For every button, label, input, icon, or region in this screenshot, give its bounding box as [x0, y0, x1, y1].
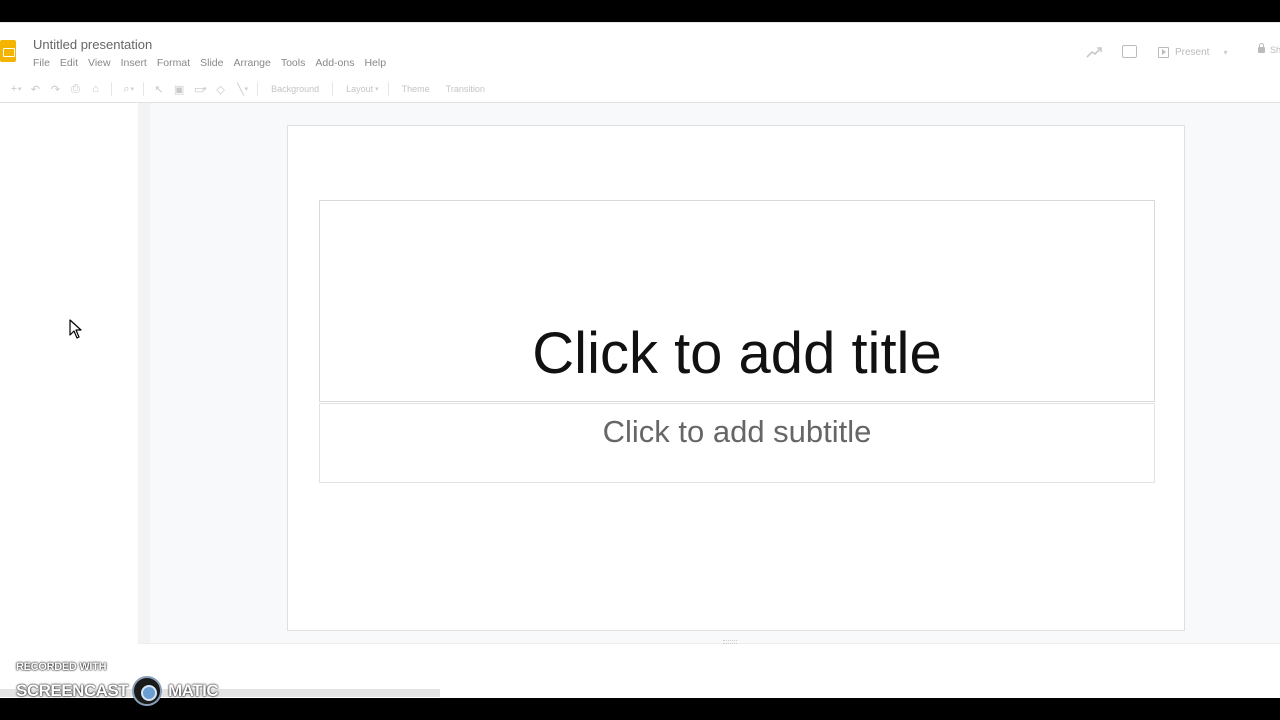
menu-slide[interactable]: Slide: [200, 57, 223, 69]
chevron-down-icon[interactable]: ▾: [18, 85, 22, 93]
present-icon: [1158, 46, 1169, 58]
watermark-brand-right: MATIC: [168, 681, 219, 700]
select-cursor-icon[interactable]: ↖: [149, 79, 169, 99]
shape-icon[interactable]: ◇: [211, 79, 231, 99]
present-label: Present: [1175, 46, 1210, 58]
menu-help[interactable]: Help: [364, 57, 386, 69]
slides-app: Untitled presentation File Edit View Ins…: [0, 22, 1280, 698]
menu-insert[interactable]: Insert: [121, 57, 147, 69]
slide-filmstrip[interactable]: [0, 103, 138, 663]
filmstrip-divider[interactable]: [138, 103, 150, 663]
header: Untitled presentation File Edit View Ins…: [0, 22, 1280, 80]
lock-icon: [1258, 43, 1265, 53]
menu-bar: File Edit View Insert Format Slide Arran…: [33, 57, 396, 69]
redo-icon[interactable]: ↷: [46, 79, 66, 99]
activity-trend-icon[interactable]: [1086, 45, 1102, 59]
slide-canvas[interactable]: Click to add title Click to add subtitle: [150, 103, 1280, 663]
watermark-recorded-with: RECORDED WITH: [16, 661, 107, 673]
slides-logo-icon[interactable]: [0, 40, 16, 62]
slide[interactable]: Click to add title Click to add subtitle: [287, 125, 1185, 631]
notes-resize-handle[interactable]: [723, 640, 737, 644]
text-box-icon[interactable]: ▣: [169, 79, 189, 99]
print-icon[interactable]: ⎙: [66, 79, 86, 99]
present-button[interactable]: Present ▾: [1158, 43, 1227, 61]
transition-button[interactable]: Transition: [446, 84, 485, 94]
toolbar-divider: [257, 82, 259, 96]
document-title[interactable]: Untitled presentation: [33, 37, 152, 52]
comment-icon[interactable]: [1122, 45, 1137, 58]
toolbar-divider: [387, 82, 389, 96]
menu-arrange[interactable]: Arrange: [233, 57, 270, 69]
screencast-watermark: RECORDED WITH SCREENCAST MATIC: [16, 661, 219, 706]
menu-view[interactable]: View: [88, 57, 111, 69]
recording-frame-top: [0, 0, 1280, 22]
chevron-down-icon[interactable]: ▾: [131, 85, 135, 93]
share-button[interactable]: Sh: [1270, 45, 1280, 55]
mouse-pointer-icon: [69, 319, 82, 339]
watermark-brand: SCREENCAST MATIC: [16, 676, 219, 706]
menu-edit[interactable]: Edit: [60, 57, 78, 69]
undo-icon[interactable]: ↶: [26, 79, 46, 99]
watermark-brand-left: SCREENCAST: [16, 681, 129, 700]
subtitle-placeholder-text: Click to add subtitle: [602, 414, 872, 449]
menu-addons[interactable]: Add-ons: [315, 57, 354, 69]
layout-button[interactable]: Layout: [346, 84, 373, 94]
subtitle-placeholder-box[interactable]: Click to add subtitle: [319, 403, 1155, 483]
paint-format-icon[interactable]: ⌂: [86, 79, 106, 99]
toolbar-divider: [143, 82, 145, 96]
menu-format[interactable]: Format: [157, 57, 190, 69]
background-button[interactable]: Background: [271, 84, 319, 94]
chevron-down-icon[interactable]: ▾: [1223, 48, 1227, 57]
title-placeholder-box[interactable]: Click to add title: [319, 200, 1155, 402]
title-placeholder-text: Click to add title: [532, 321, 942, 386]
toolbar: + ▾ ↶ ↷ ⎙ ⌂ ⌕ ▾ ↖ ▣ ▭ ▾ ◇ ╲ ▾ Background…: [0, 76, 1280, 102]
menu-tools[interactable]: Tools: [281, 57, 306, 69]
theme-button[interactable]: Theme: [402, 84, 430, 94]
chevron-down-icon[interactable]: ▾: [375, 85, 379, 93]
screencast-logo-icon: [132, 676, 163, 706]
chevron-down-icon[interactable]: ▾: [203, 85, 207, 93]
toolbar-divider: [110, 82, 112, 96]
toolbar-divider: [332, 82, 334, 96]
menu-file[interactable]: File: [33, 57, 50, 69]
chevron-down-icon[interactable]: ▾: [245, 85, 249, 93]
